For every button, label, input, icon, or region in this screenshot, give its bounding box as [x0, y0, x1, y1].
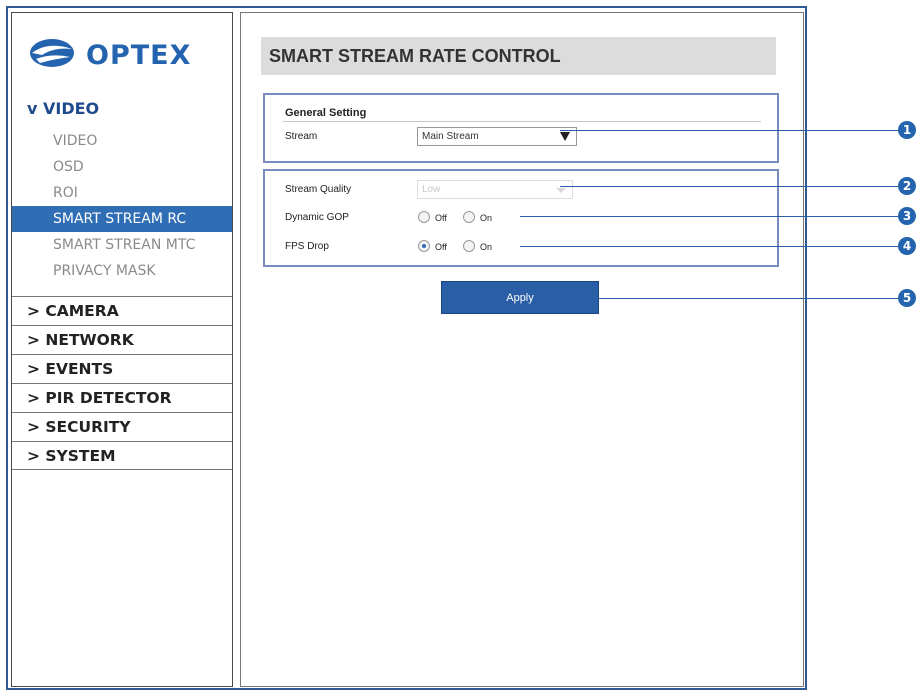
fps-drop-on-radio[interactable]	[463, 240, 475, 252]
sidebar-item-smart-stream-rc[interactable]: SMART STREAM RC	[12, 206, 232, 232]
fps-drop-label: FPS Drop	[285, 241, 329, 252]
callout-line-1	[560, 130, 898, 131]
sidebar-item-events[interactable]: > EVENTS	[12, 354, 232, 383]
callout-badge-4: 4	[898, 237, 916, 255]
dynamic-gop-off-radio[interactable]	[418, 211, 430, 223]
stream-select-value: Main Stream	[422, 131, 479, 142]
general-setting-heading: General Setting	[285, 107, 367, 119]
callout-line-5	[548, 298, 898, 299]
sidebar-item-video[interactable]: VIDEO	[12, 128, 232, 154]
dynamic-gop-off-label: Off	[435, 213, 447, 223]
dynamic-gop-label: Dynamic GOP	[285, 212, 349, 223]
sidebar-item-smart-stream-mtc[interactable]: SMART STREAN MTC	[12, 232, 232, 258]
callout-line-3	[520, 216, 898, 217]
sidebar-item-security[interactable]: > SECURITY	[12, 412, 232, 441]
optex-logo: OPTEX	[30, 39, 191, 71]
stream-quality-label: Stream Quality	[285, 184, 352, 195]
content-panel: SMART STREAM RATE CONTROL General Settin…	[240, 12, 804, 687]
fps-drop-off-label: Off	[435, 242, 447, 252]
callout-badge-2: 2	[898, 177, 916, 195]
sidebar-item-camera[interactable]: > CAMERA	[12, 296, 232, 325]
sidebar-item-privacy-mask[interactable]: PRIVACY MASK	[12, 258, 232, 284]
callout-badge-1: 1	[898, 121, 916, 139]
sidebar-item-system[interactable]: > SYSTEM	[12, 441, 232, 470]
callout-line-4	[520, 246, 898, 247]
sidebar-item-network[interactable]: > NETWORK	[12, 325, 232, 354]
sidebar-item-pir-detector[interactable]: > PIR DETECTOR	[12, 383, 232, 412]
stream-select[interactable]: Main Stream	[417, 127, 577, 146]
sidebar-item-osd[interactable]: OSD	[12, 154, 232, 180]
dynamic-gop-on-label: On	[480, 213, 493, 223]
stream-quality-select[interactable]: Low	[417, 180, 573, 199]
stream-quality-value: Low	[422, 184, 441, 195]
section-divider	[283, 121, 761, 122]
general-setting-box: General Setting Stream Main Stream	[263, 93, 779, 163]
sidebar-header-video[interactable]: v VIDEO	[27, 99, 99, 118]
fps-drop-off-radio[interactable]	[418, 240, 430, 252]
video-submenu: VIDEO OSD ROI SMART STREAM RC SMART STRE…	[12, 128, 232, 284]
sidebar-item-roi[interactable]: ROI	[12, 180, 232, 206]
sidebar: OPTEX v VIDEO VIDEO OSD ROI SMART STREAM…	[11, 12, 233, 687]
callout-badge-5: 5	[898, 289, 916, 307]
logo-text: OPTEX	[86, 40, 191, 71]
page-title: SMART STREAM RATE CONTROL	[261, 37, 776, 75]
callout-badge-3: 3	[898, 207, 916, 225]
main-menu: > CAMERA > NETWORK > EVENTS > PIR DETECT…	[12, 296, 232, 470]
dynamic-gop-on-radio[interactable]	[463, 211, 475, 223]
fps-drop-on-label: On	[480, 242, 493, 252]
dropdown-arrow-icon	[556, 188, 566, 193]
rate-control-box: Stream Quality Low Dynamic GOP Off On FP…	[263, 169, 779, 267]
stream-label: Stream	[285, 131, 318, 142]
dropdown-arrow-icon	[560, 132, 570, 141]
callout-line-2	[560, 186, 898, 187]
